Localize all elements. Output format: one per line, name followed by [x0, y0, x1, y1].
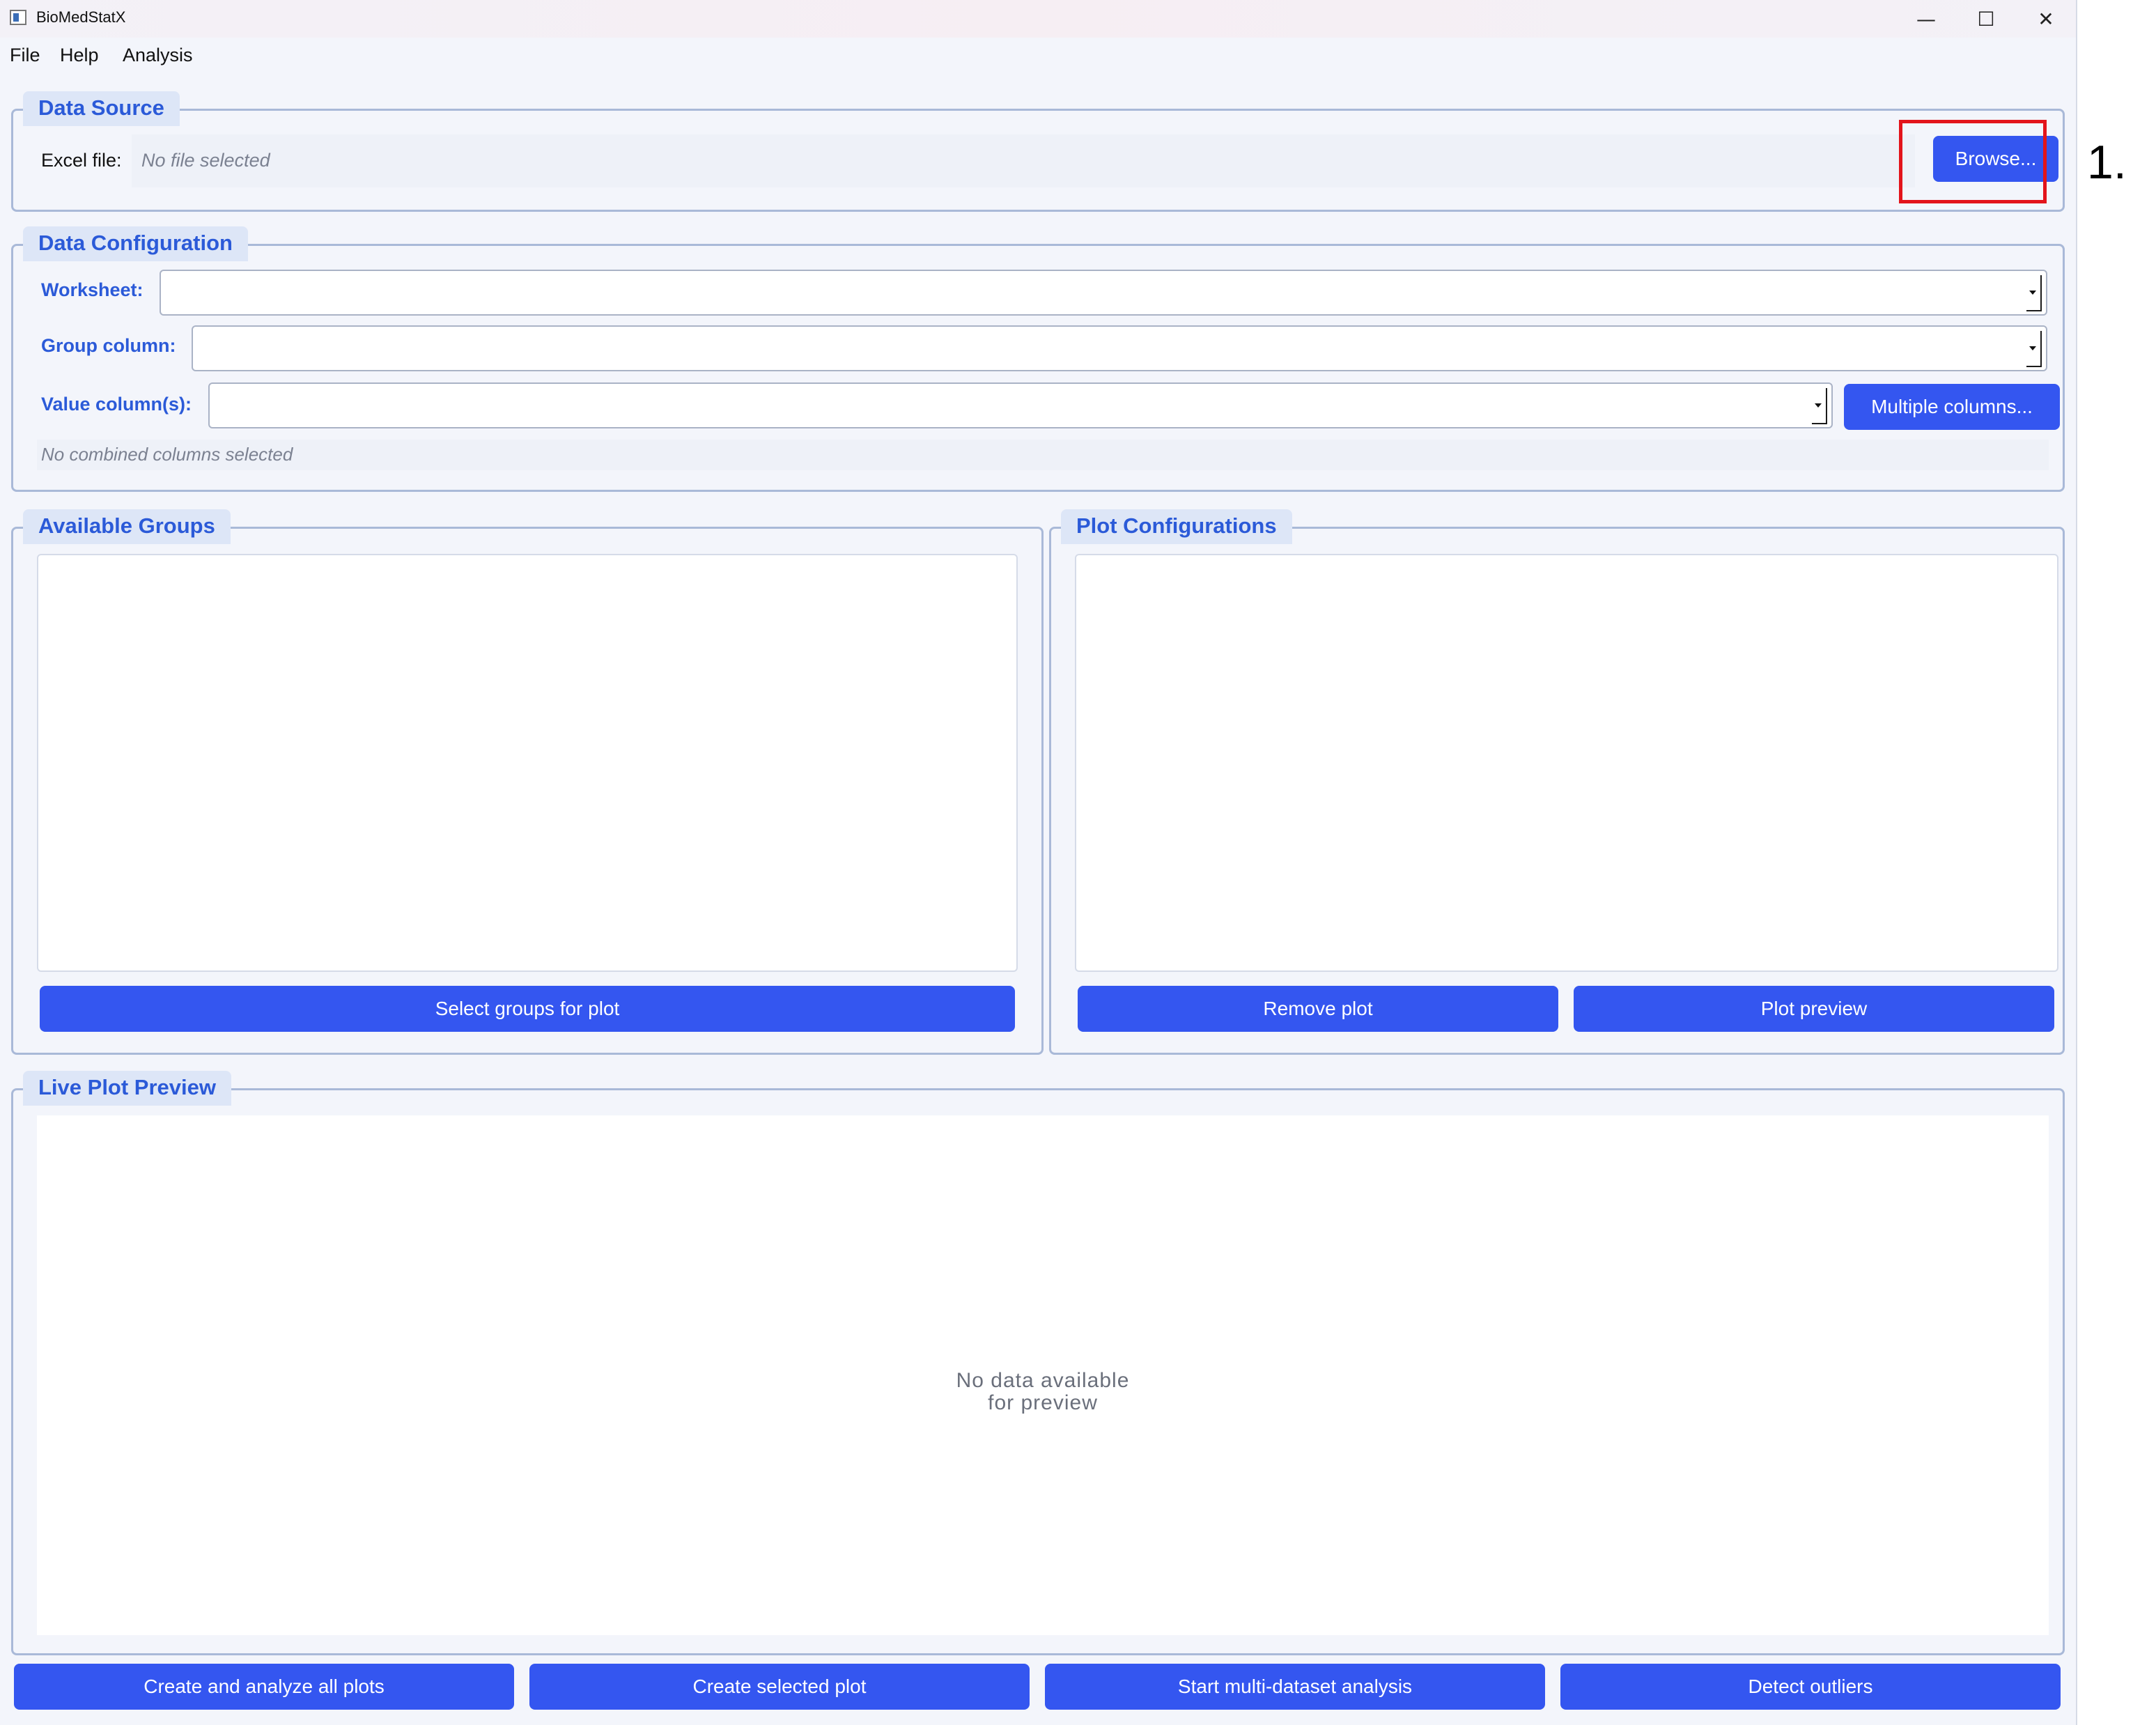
menu-bar: File Help Analysis	[0, 38, 2076, 77]
menu-file[interactable]: File	[10, 45, 40, 66]
plot-configurations-title: Plot Configurations	[1061, 509, 1292, 544]
data-source-group: Data Source Excel file: No file selected…	[11, 91, 2065, 212]
no-data-message-line1: No data available	[956, 1369, 1130, 1392]
browse-highlight-box	[1899, 120, 2047, 203]
available-groups-group: Available Groups Select groups for plot	[11, 509, 1044, 1055]
value-columns-select[interactable]	[208, 382, 1833, 428]
app-icon	[10, 10, 26, 25]
minimize-icon[interactable]: —	[1896, 0, 1956, 38]
group-column-select[interactable]	[192, 325, 2047, 371]
no-data-message: No data available for preview	[37, 1370, 2049, 1414]
group-column-label: Group column:	[41, 335, 176, 356]
value-columns-label: Value column(s):	[41, 394, 192, 415]
data-source-title: Data Source	[23, 91, 180, 126]
file-status-text: No file selected	[141, 150, 270, 171]
maximize-icon[interactable]: ☐	[1956, 0, 2016, 38]
menu-help[interactable]: Help	[60, 45, 99, 66]
live-plot-canvas: No data available for preview	[37, 1115, 2049, 1635]
no-data-message-line2: for preview	[988, 1391, 1098, 1414]
live-plot-preview-title: Live Plot Preview	[23, 1071, 231, 1106]
worksheet-select[interactable]	[160, 270, 2047, 316]
combined-columns-strip: No combined columns selected	[37, 440, 2049, 470]
data-configuration-group: Data Configuration Worksheet: Group colu…	[11, 226, 2065, 492]
window-title: BioMedStatX	[36, 8, 126, 26]
combined-columns-status: No combined columns selected	[41, 444, 293, 465]
close-icon[interactable]: ✕	[2016, 0, 2076, 38]
create-analyze-all-button[interactable]: Create and analyze all plots	[14, 1664, 514, 1710]
available-groups-title: Available Groups	[23, 509, 231, 544]
multiple-columns-button[interactable]: Multiple columns...	[1844, 384, 2060, 430]
chevron-down-icon	[2026, 331, 2042, 367]
app-window: BioMedStatX — ☐ ✕ File Help Analysis Dat…	[0, 0, 2077, 1725]
step-annotation: 1.	[2087, 136, 2127, 189]
worksheet-label: Worksheet:	[41, 279, 144, 300]
excel-file-label: Excel file:	[41, 150, 122, 171]
live-plot-preview-group: Live Plot Preview No data available for …	[11, 1071, 2065, 1655]
title-bar: BioMedStatX — ☐ ✕	[0, 0, 2076, 38]
detect-outliers-button[interactable]: Detect outliers	[1560, 1664, 2061, 1710]
remove-plot-button[interactable]: Remove plot	[1078, 986, 1558, 1032]
select-groups-button[interactable]: Select groups for plot	[40, 986, 1015, 1032]
chevron-down-icon	[2026, 275, 2042, 311]
menu-analysis[interactable]: Analysis	[123, 45, 193, 66]
plot-configurations-list[interactable]	[1075, 554, 2058, 972]
excel-file-field: No file selected	[132, 134, 1915, 187]
plot-configurations-group: Plot Configurations Remove plot Plot pre…	[1049, 509, 2065, 1055]
chevron-down-icon	[1812, 388, 1827, 424]
multi-dataset-analysis-button[interactable]: Start multi-dataset analysis	[1045, 1664, 1545, 1710]
data-configuration-title: Data Configuration	[23, 226, 248, 261]
plot-preview-button[interactable]: Plot preview	[1574, 986, 2054, 1032]
create-selected-plot-button[interactable]: Create selected plot	[529, 1664, 1030, 1710]
available-groups-list[interactable]	[37, 554, 1018, 972]
